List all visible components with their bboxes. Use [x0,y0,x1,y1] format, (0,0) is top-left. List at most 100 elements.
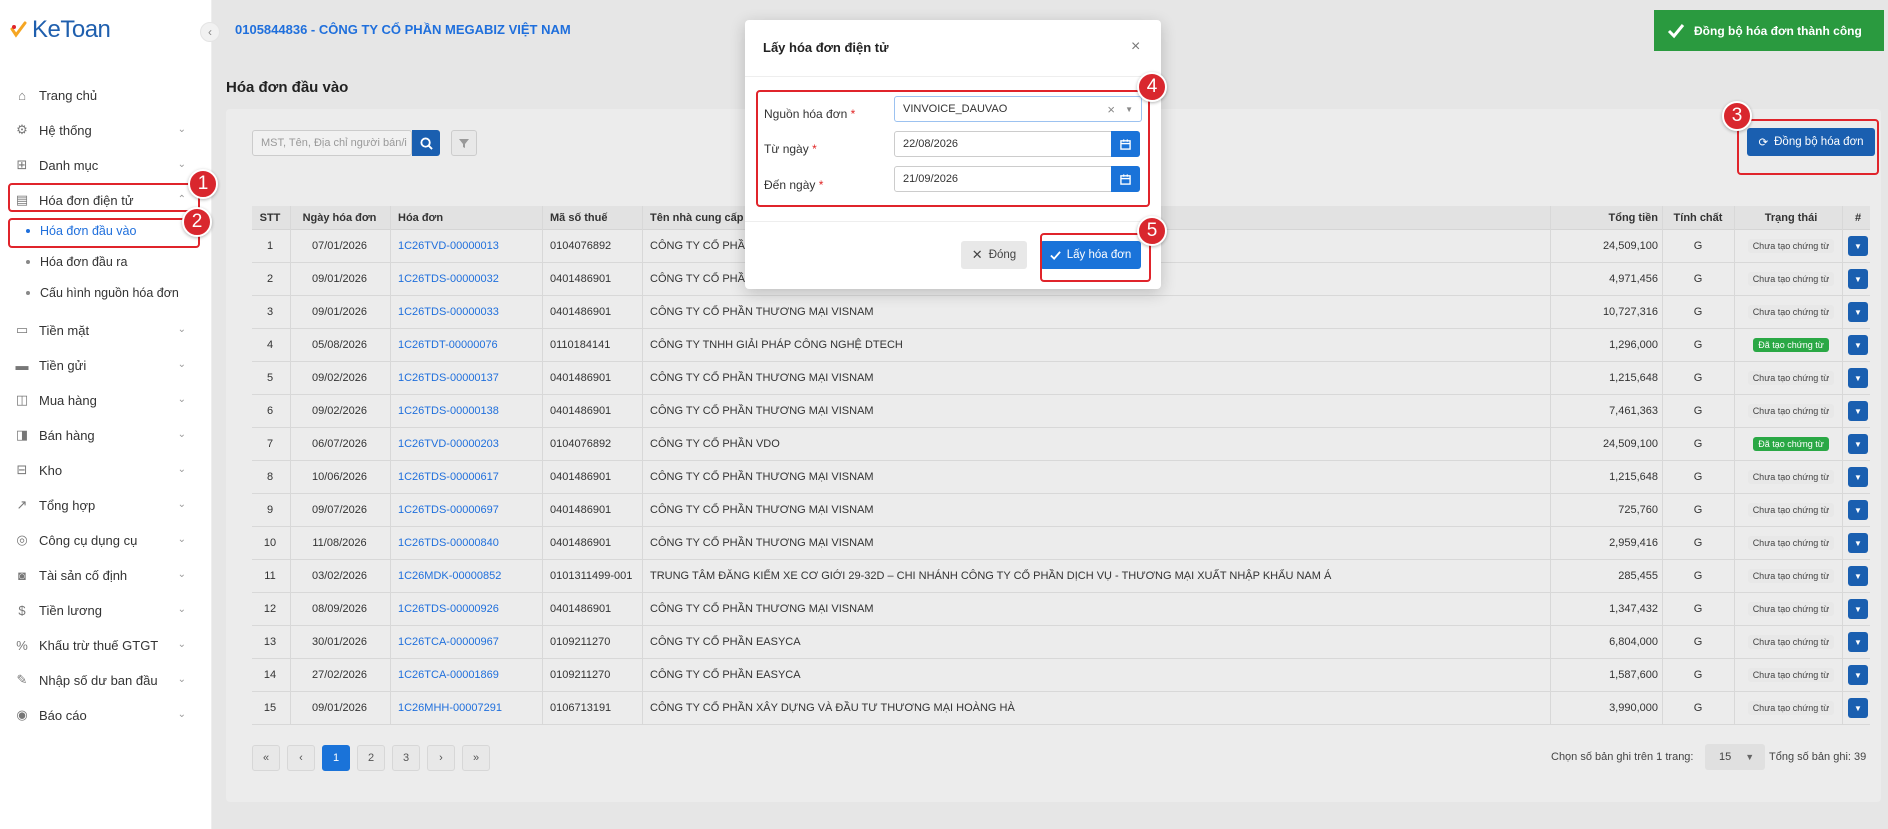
row-action-button[interactable]: ▼ [1848,665,1868,685]
invoice-number-link[interactable]: 1C26TDT-00000076 [398,339,498,351]
car-icon: ◙ [18,567,26,583]
sidebar-item[interactable]: ◉ Báo cáo ⌄ [0,700,200,730]
table-row[interactable]: 5 09/02/2026 1C26TDS-00000137 0401486901 CÔN… [252,362,1870,395]
sidebar-subitem[interactable]: Cấu hình nguồn hóa đơn [26,286,179,300]
per-page-select[interactable]: 15 ▼ [1705,744,1765,770]
table-row[interactable]: 14 27/02/2026 1C26TCA-00001869 0109211270 CÔ… [252,659,1870,692]
invoice-number-link[interactable]: 1C26TDS-00000926 [398,603,499,615]
invoice-number-link[interactable]: 1C26TDS-00000033 [398,306,499,318]
column-header[interactable]: Mã số thuế [550,206,642,229]
search-button[interactable] [412,130,440,156]
row-index: 15 [263,702,277,714]
row-action-button[interactable]: ▼ [1848,599,1868,619]
sidebar-item[interactable]: ⚙ Hệ thống ⌄ [0,115,200,145]
column-header[interactable]: Tổng tiền [1550,206,1659,229]
invoice-date: 09/02/2026 [311,372,368,384]
annotation-marker: 2 [182,207,212,237]
table-row[interactable]: 3 09/01/2026 1C26TDS-00000033 0401486901 CÔN… [252,296,1870,329]
row-action-button[interactable]: ▼ [1848,302,1868,322]
row-action-button[interactable]: ▼ [1848,236,1868,256]
sidebar-item[interactable]: ◙ Tài sản cố định ⌄ [0,560,200,590]
sidebar-item[interactable]: ↗ Tổng hợp ⌄ [0,490,200,520]
status-badge: Chưa tạo chứng từ [1747,701,1835,715]
invoice-number-link[interactable]: 1C26MDK-00000852 [398,570,501,582]
sidebar-item-label: Tiền lương [39,602,102,618]
invoice-number-link[interactable]: 1C26TCA-00000967 [398,636,499,648]
invoice-number-link[interactable]: 1C26TDS-00000617 [398,471,499,483]
invoice-number-link[interactable]: 1C26TDS-00000032 [398,273,499,285]
row-action-button[interactable]: ▼ [1848,434,1868,454]
supplier-name: CÔNG TY CỔ PHẦN EASYCA [650,669,801,681]
column-header[interactable]: Hóa đơn [398,206,538,229]
column-header[interactable]: Tính chất [1664,206,1732,229]
sidebar-item[interactable]: $ Tiền lương ⌄ [0,595,200,625]
row-action-button[interactable]: ▼ [1848,467,1868,487]
table-row[interactable]: 12 08/09/2026 1C26TDS-00000926 0401486901 CÔ… [252,593,1870,626]
row-action-button[interactable]: ▼ [1848,566,1868,586]
sidebar-item[interactable]: ▬ Tiền gửi ⌄ [0,350,200,380]
column-header[interactable]: Trạng thái [1736,206,1846,229]
sidebar-item[interactable]: ▭ Tiền mặt ⌄ [0,315,200,345]
sidebar-item[interactable]: ◎ Công cụ dụng cụ ⌄ [0,525,200,555]
sidebar-item[interactable]: ⊟ Kho ⌄ [0,455,200,485]
row-action-button[interactable]: ▼ [1848,335,1868,355]
column-header[interactable]: Ngày hóa đơn [292,206,387,229]
table-row[interactable]: 10 11/08/2026 1C26TDS-00000840 0401486901 CÔ… [252,527,1870,560]
table-row[interactable]: 9 09/07/2026 1C26TDS-00000697 0401486901 CÔN… [252,494,1870,527]
table-row[interactable]: 6 09/02/2026 1C26TDS-00000138 0401486901 CÔN… [252,395,1870,428]
invoice-number-link[interactable]: 1C26TDS-00000138 [398,405,499,417]
column-header[interactable]: STT [252,206,288,229]
column-header[interactable]: # [1844,206,1872,229]
page-button[interactable]: › [427,745,455,771]
chevron-down-icon: ⌄ [177,359,186,370]
page-button[interactable]: 1 [322,745,350,771]
invoice-number-link[interactable]: 1C26TDS-00000840 [398,537,499,549]
search-input[interactable]: MST, Tên, Địa chỉ người bán/i [252,130,412,156]
row-action-button[interactable]: ▼ [1848,698,1868,718]
page-button[interactable]: ‹ [287,745,315,771]
table-row[interactable]: 8 10/06/2026 1C26TDS-00000617 0401486901 CÔN… [252,461,1870,494]
total-value: 39 [1854,751,1867,763]
sidebar-item[interactable]: ⊞ Danh mục ⌄ [0,150,200,180]
table-row[interactable]: 11 03/02/2026 1C26MDK-00000852 0101311499-0… [252,560,1870,593]
page-button[interactable]: 2 [357,745,385,771]
chart-icon: ↗ [16,497,28,512]
invoice-number-link[interactable]: 1C26MHH-00007291 [398,702,502,714]
table-row[interactable]: 7 06/07/2026 1C26TVD-00000203 0104076892 CÔN… [252,428,1870,461]
close-icon[interactable]: × [1131,38,1140,56]
row-action-button[interactable]: ▼ [1848,533,1868,553]
page-button[interactable]: « [252,745,280,771]
invoice-date: 06/07/2026 [311,438,368,450]
collapse-sidebar-button[interactable]: ‹ [200,22,220,42]
table-row[interactable]: 4 05/08/2026 1C26TDT-00000076 0110184141 CÔN… [252,329,1870,362]
table-row[interactable]: 15 09/01/2026 1C26MHH-00007291 0106713191 CÔ… [252,692,1870,725]
row-action-button[interactable]: ▼ [1848,368,1868,388]
filter-button[interactable] [451,130,477,156]
tax-code: 0101311499-001 [550,570,633,582]
invoice-number-link[interactable]: 1C26TVD-00000203 [398,438,499,450]
invoice-number-link[interactable]: 1C26TDS-00000137 [398,372,499,384]
close-button[interactable]: ✕ Đóng [961,241,1027,269]
row-action-button[interactable]: ▼ [1848,500,1868,520]
report-icon: ◉ [16,707,28,722]
sidebar-item[interactable]: ◫ Mua hàng ⌄ [0,385,200,415]
sidebar-item[interactable]: ◨ Bán hàng ⌄ [0,420,200,450]
page-button[interactable]: 3 [392,745,420,771]
invoice-number-link[interactable]: 1C26TCA-00001869 [398,669,499,681]
row-action-button[interactable]: ▼ [1848,632,1868,652]
invoice-number-link[interactable]: 1C26TDS-00000697 [398,504,499,516]
logo[interactable]: KeToan [10,16,111,44]
sidebar-item-label: Kho [39,462,63,478]
invoice-number-link[interactable]: 1C26TVD-00000013 [398,240,499,252]
sidebar-item[interactable]: ✎ Nhập số dư ban đầu ⌄ [0,665,200,695]
sidebar-subitem[interactable]: Hóa đơn đầu ra [26,255,127,269]
page-button[interactable]: » [462,745,490,771]
nature: G [1693,570,1703,582]
row-action-button[interactable]: ▼ [1848,401,1868,421]
sidebar-item[interactable]: ⌂ Trang chủ [0,80,200,110]
table-row[interactable]: 13 30/01/2026 1C26TCA-00000967 0109211270 CÔ… [252,626,1870,659]
invoice-date: 30/01/2026 [311,636,368,648]
sidebar-item[interactable]: % Khấu trừ thuế GTGT ⌄ [0,630,200,660]
row-action-button[interactable]: ▼ [1848,269,1868,289]
nature: G [1693,240,1703,252]
